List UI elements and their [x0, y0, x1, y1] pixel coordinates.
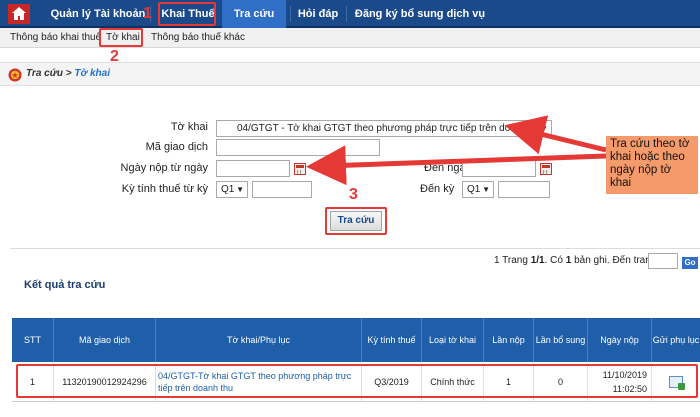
nav-dang-ky-bo-sung[interactable]: Đăng ký bổ sung dịch vụ: [352, 0, 488, 28]
pager-page: 1/1: [530, 255, 545, 266]
col-header-ky-tinh-thue: Kỳ tính thuế: [362, 318, 422, 362]
top-nav: Quản lý Tài khoản Khai Thuế Tra cứu Hỏi …: [0, 0, 700, 28]
pager-text: 1 Trang: [494, 255, 531, 266]
dropdown-arrow-icon: ▼: [540, 124, 548, 133]
den-ky-label: Đến kỳ: [420, 183, 455, 195]
dropdown-arrow-icon: ▼: [236, 185, 244, 194]
nav-divider: [346, 6, 347, 22]
breadcrumb-separator: >: [62, 68, 75, 79]
goto-page-input[interactable]: [648, 253, 678, 269]
subnav-thong-bao-khai-thue[interactable]: Thông báo khai thuế: [10, 28, 101, 48]
col-header-to-khai: Tờ khai/Phụ lục: [156, 318, 362, 362]
ky-tu-year-input[interactable]: [252, 181, 312, 198]
annotation-step-1: 1: [143, 5, 152, 22]
col-header-stt: STT: [12, 318, 54, 362]
col-header-gui-phu-luc: Gửi phụ lục: [652, 335, 700, 345]
col-header-ma-giao-dich: Mã giao dịch: [54, 318, 156, 362]
ky-tu-select[interactable]: Q1 ▼: [216, 181, 248, 198]
home-icon[interactable]: [8, 4, 30, 24]
calendar-icon[interactable]: [540, 163, 552, 175]
nav-hoi-dap[interactable]: Hỏi đáp: [292, 0, 344, 28]
annotation-box-result-row: [16, 364, 698, 398]
annotation-box-to-khai: [99, 28, 143, 47]
annotation-step-3: 3: [349, 186, 358, 203]
nav-divider: [290, 6, 291, 22]
ky-tinh-thue-tu-label: Kỳ tính thuế từ kỳ: [121, 183, 208, 195]
ky-den-select[interactable]: Q1 ▼: [462, 181, 494, 198]
to-khai-selected-value: 04/GTGT - Tờ khai GTGT theo phương pháp …: [237, 123, 544, 134]
ma-giao-dich-input[interactable]: [216, 139, 380, 156]
to-khai-label: Tờ khai: [170, 121, 208, 133]
annotation-callout: Tra cứu theo tờ khai hoặc theo ngày nộp …: [606, 136, 698, 194]
ngay-nop-tu-input[interactable]: [216, 160, 290, 177]
ky-tu-value: Q1: [221, 184, 235, 195]
breadcrumb-current: Tờ khai: [74, 68, 110, 79]
ky-den-year-input[interactable]: [498, 181, 550, 198]
search-button[interactable]: Tra cứu: [330, 211, 382, 231]
annotation-box-khai-thue: [158, 2, 216, 26]
results-table-header: STT Mã giao dịch Tờ khai/Phụ lục Kỳ tính…: [12, 318, 700, 362]
dropdown-arrow-icon: ▼: [482, 185, 490, 194]
go-button[interactable]: Go: [682, 257, 698, 269]
breadcrumb: Tra cứu > Tờ khai: [26, 68, 110, 79]
page: Quản lý Tài khoản Khai Thuế Tra cứu Hỏi …: [0, 0, 700, 417]
col-header-ngay-nop: Ngày nộp: [588, 318, 652, 362]
breadcrumb-root[interactable]: Tra cứu: [26, 68, 63, 79]
ngay-nop-tu-label: Ngày nộp từ ngày: [120, 162, 208, 174]
breadcrumb-bar: Tra cứu > Tờ khai: [0, 62, 700, 86]
results-title: Kết quả tra cứu: [24, 279, 106, 291]
section-divider: [10, 248, 700, 249]
den-ngay-input[interactable]: [462, 160, 536, 177]
to-khai-select[interactable]: 04/GTGT - Tờ khai GTGT theo phương pháp …: [216, 120, 552, 137]
emblem-icon: [8, 68, 22, 82]
pagination-info: 1 Trang 1/1. Có 1 bản ghi. Đến trang: [494, 255, 656, 266]
pager-text: . Có: [544, 255, 566, 266]
ma-giao-dich-label: Mã giao dịch: [145, 141, 208, 153]
subnav-thong-bao-thue-khac[interactable]: Thông báo thuế khác: [151, 28, 245, 48]
calendar-icon[interactable]: [294, 163, 306, 175]
col-header-lan-nop: Lần nộp: [484, 318, 534, 362]
nav-quan-ly-tai-khoan[interactable]: Quản lý Tài khoản: [48, 0, 148, 28]
ky-den-value: Q1: [467, 184, 481, 195]
col-header-loai-to-khai: Loại tờ khai: [422, 318, 484, 362]
col-header-lan-bo-sung: Lần bổ sung: [534, 318, 588, 362]
pager-text: bản ghi. Đến trang: [571, 255, 657, 266]
nav-tra-cuu[interactable]: Tra cứu: [222, 0, 286, 28]
